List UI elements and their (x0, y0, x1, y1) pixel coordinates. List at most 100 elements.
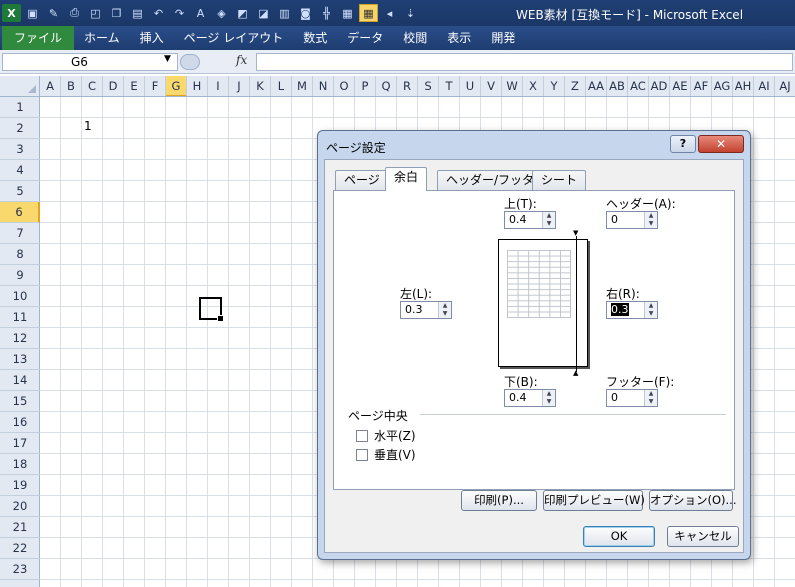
help-button[interactable]: ? (670, 135, 696, 153)
row-header[interactable]: 4 (0, 160, 40, 181)
formula-collapse-handle[interactable] (180, 54, 200, 70)
column-header[interactable]: W (502, 76, 523, 96)
column-header[interactable]: AC (628, 76, 649, 96)
insert-function-icon[interactable]: fx (236, 53, 247, 67)
row-header[interactable]: 9 (0, 265, 40, 286)
spin-up-icon[interactable]: ▲ (645, 390, 657, 398)
row-header[interactable]: 11 (0, 307, 40, 328)
row-header[interactable]: 10 (0, 286, 40, 307)
arrow-icon[interactable]: ◂ (380, 4, 399, 22)
cancel-button[interactable]: キャンセル (667, 526, 739, 547)
print-preview-button[interactable]: 印刷プレビュー(W) (543, 490, 645, 511)
row-header[interactable]: 21 (0, 517, 40, 538)
right-margin-stepper[interactable]: 0.3 ▲ ▼ (606, 301, 658, 319)
options-button[interactable]: オプション(O)... (649, 490, 737, 511)
active-cell-cursor[interactable] (199, 297, 224, 322)
name-box-dropdown-icon[interactable]: ▼ (164, 54, 171, 64)
left-margin-value[interactable]: 0.3 (401, 302, 438, 318)
row-header[interactable]: 23 (0, 559, 40, 580)
top-margin-stepper[interactable]: 0.4 ▲ ▼ (504, 211, 556, 229)
formula-input[interactable] (256, 53, 793, 71)
left-margin-stepper[interactable]: 0.3 ▲ ▼ (400, 301, 452, 319)
center-vertical-row[interactable]: 垂直(V) (356, 446, 416, 463)
column-header[interactable]: X (523, 76, 544, 96)
borders-icon[interactable]: ╬ (317, 4, 336, 22)
row-header[interactable]: 13 (0, 349, 40, 370)
column-header[interactable]: J (229, 76, 250, 96)
footer-margin-stepper[interactable]: 0 ▲ ▼ (606, 389, 658, 407)
spin-down-icon[interactable]: ▼ (543, 220, 555, 228)
bottom-margin-value[interactable]: 0.4 (505, 390, 542, 406)
page-layout-icon[interactable]: ▦ (359, 4, 378, 22)
fill-color-icon[interactable]: ◈ (212, 4, 231, 22)
spin-up-icon[interactable]: ▲ (645, 302, 657, 310)
column-header[interactable]: S (418, 76, 439, 96)
column-header[interactable]: AI (754, 76, 775, 96)
row-header[interactable]: 20 (0, 496, 40, 517)
row-header[interactable]: 15 (0, 391, 40, 412)
row-header[interactable]: 6 (0, 202, 40, 223)
ok-button[interactable]: OK (583, 526, 655, 547)
ribbon-tab-6[interactable]: 校閲 (393, 26, 437, 50)
ribbon-tab-2[interactable]: 挿入 (130, 26, 174, 50)
column-header[interactable]: AA (586, 76, 607, 96)
ribbon-tab-7[interactable]: 表示 (437, 26, 481, 50)
tab-sheet[interactable]: シート (532, 170, 587, 190)
row-header[interactable]: 18 (0, 454, 40, 475)
spin-up-icon[interactable]: ▲ (439, 302, 451, 310)
column-header[interactable]: E (124, 76, 145, 96)
row-header[interactable]: 2 (0, 118, 40, 139)
row-header[interactable]: 5 (0, 181, 40, 202)
column-header[interactable]: AE (670, 76, 691, 96)
center-vertical-label[interactable]: 垂直(V) (374, 446, 416, 463)
center-vertical-checkbox[interactable] (356, 448, 368, 461)
print-button[interactable]: 印刷(P)... (461, 490, 537, 511)
close-button[interactable]: ✕ (698, 135, 744, 153)
column-header[interactable]: AB (607, 76, 628, 96)
undo-icon[interactable]: ↶ (149, 4, 168, 22)
copy-icon[interactable]: ❐ (107, 4, 126, 22)
column-header[interactable]: N (313, 76, 334, 96)
spin-up-icon[interactable]: ▲ (543, 390, 555, 398)
row-header[interactable]: 17 (0, 433, 40, 454)
picture-icon[interactable]: ◪ (254, 4, 273, 22)
ribbon-tab-0[interactable]: ファイル (2, 26, 75, 50)
column-header[interactable]: A (40, 76, 61, 96)
right-margin-value[interactable]: 0.3 (611, 303, 629, 316)
column-header[interactable]: K (250, 76, 271, 96)
column-header[interactable]: H (187, 76, 208, 96)
customize-icon[interactable]: ⇣ (401, 4, 420, 22)
spin-down-icon[interactable]: ▼ (645, 398, 657, 406)
column-header[interactable]: P (355, 76, 376, 96)
print-icon[interactable]: ⎙ (65, 4, 84, 22)
top-margin-value[interactable]: 0.4 (505, 212, 542, 228)
row-header[interactable]: 1 (0, 97, 40, 118)
spin-down-icon[interactable]: ▼ (543, 398, 555, 406)
camera-icon[interactable]: ◙ (296, 4, 315, 22)
save-icon[interactable]: ▣ (23, 4, 42, 22)
column-header[interactable]: AH (733, 76, 754, 96)
ribbon-tab-4[interactable]: 数式 (293, 26, 337, 50)
spin-up-icon[interactable]: ▲ (645, 212, 657, 220)
column-header[interactable]: C (82, 76, 103, 96)
column-header[interactable]: F (145, 76, 166, 96)
footer-margin-value[interactable]: 0 (607, 390, 644, 406)
column-header[interactable]: I (208, 76, 229, 96)
row-header[interactable]: 19 (0, 475, 40, 496)
redo-icon[interactable]: ↷ (170, 4, 189, 22)
column-header[interactable]: L (271, 76, 292, 96)
row-header[interactable]: 7 (0, 223, 40, 244)
column-header[interactable]: M (292, 76, 313, 96)
screenshot-icon[interactable]: ▥ (275, 4, 294, 22)
ribbon-tab-5[interactable]: データ (337, 26, 393, 50)
column-header[interactable]: Q (376, 76, 397, 96)
center-horizontal-label[interactable]: 水平(Z) (374, 427, 416, 444)
row-header[interactable]: 8 (0, 244, 40, 265)
spin-down-icon[interactable]: ▼ (645, 220, 657, 228)
row-header[interactable]: 14 (0, 370, 40, 391)
column-header[interactable]: Z (565, 76, 586, 96)
tab-page[interactable]: ページ (335, 170, 389, 190)
tools-icon[interactable]: ✎ (44, 4, 63, 22)
row-header[interactable]: 16 (0, 412, 40, 433)
font-color-icon[interactable]: A (191, 4, 210, 22)
